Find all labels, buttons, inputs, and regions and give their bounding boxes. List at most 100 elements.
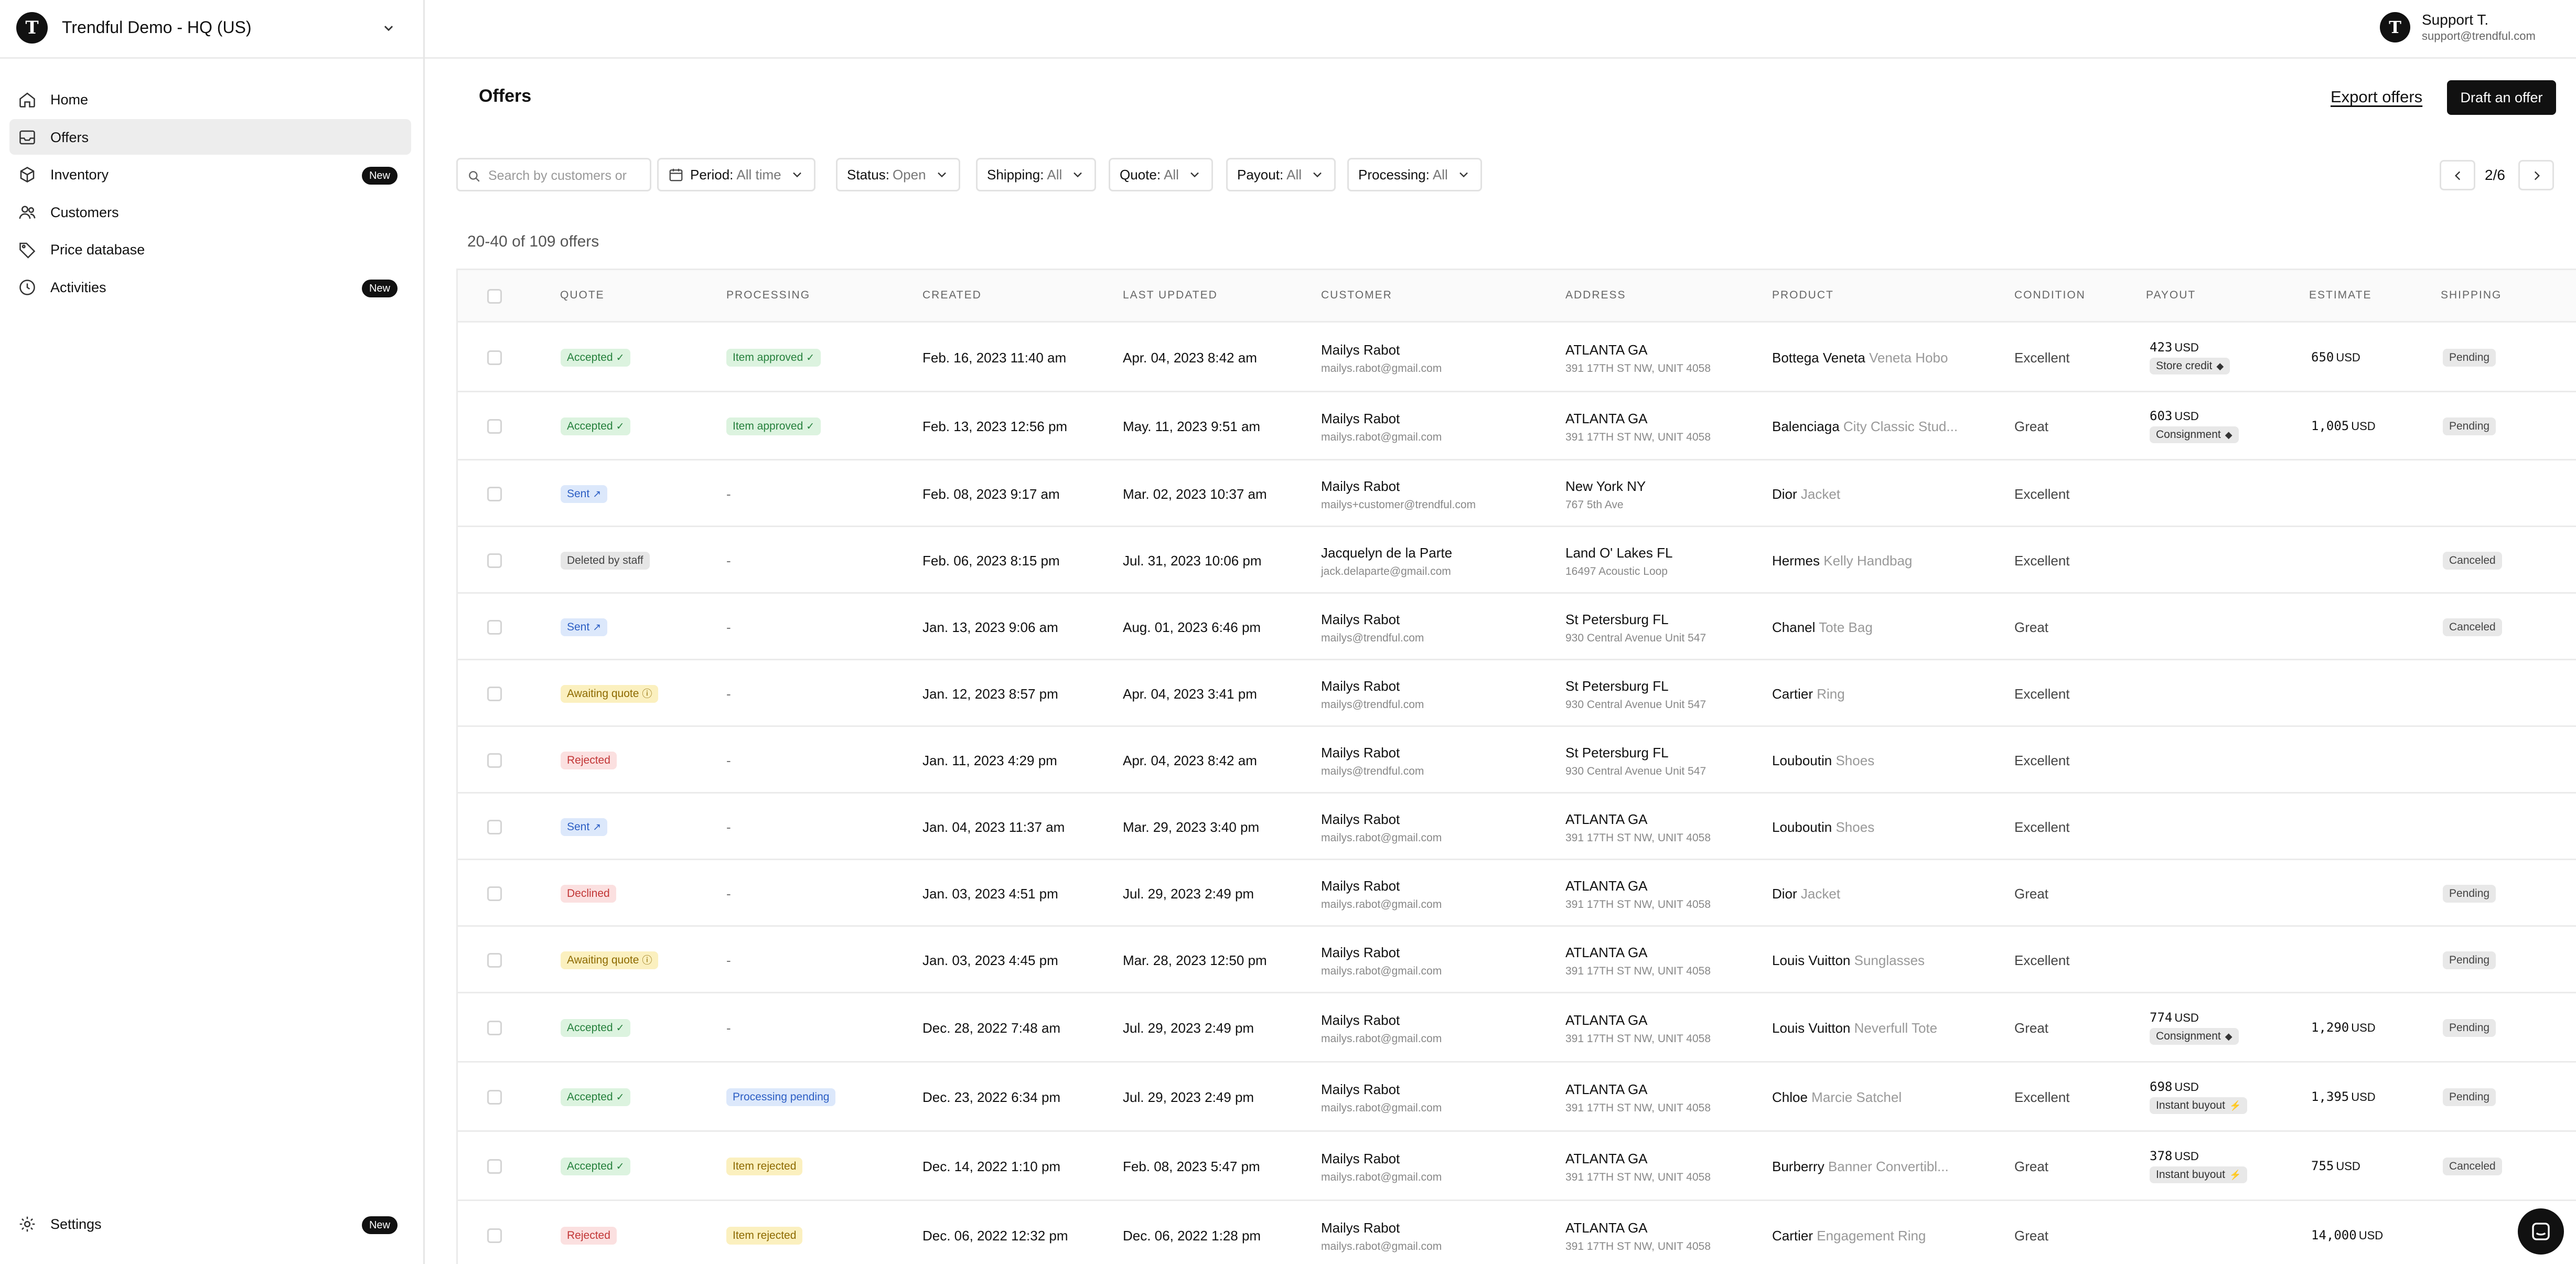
product-cell[interactable]: Louboutin Shoes	[1772, 819, 1874, 835]
customer-cell[interactable]: Mailys Rabot mailys@trendful.com	[1321, 678, 1424, 711]
sidebar-item-offers[interactable]: Offers	[9, 119, 411, 155]
table-row[interactable]: Accepted ✓ Item approved ✓ Feb. 13, 2023 12:…	[458, 392, 2576, 460]
customer-cell[interactable]: Mailys Rabot mailys+customer@trendful.com	[1321, 478, 1476, 511]
search-box[interactable]	[456, 158, 651, 191]
table-row[interactable]: Awaiting quote ⓘ - Jan. 03, 2023 4:45 pm Mar…	[458, 927, 2576, 993]
table-row[interactable]: Sent ↗ - Jan. 04, 2023 11:37 am Mar. 29, 202…	[458, 794, 2576, 860]
payout-cell: 774 USD Consignment ◆	[2150, 1010, 2239, 1045]
sidebar-item-customers[interactable]: Customers	[9, 194, 411, 230]
row-checkbox[interactable]	[487, 1228, 502, 1243]
table-row[interactable]: Accepted ✓ Item approved ✓ Feb. 16, 2023 11:…	[458, 323, 2576, 392]
customer-cell[interactable]: Mailys Rabot mailys.rabot@gmail.com	[1321, 1081, 1442, 1115]
row-checkbox[interactable]	[487, 1090, 502, 1105]
chat-button[interactable]	[2518, 1208, 2564, 1255]
col-shipping[interactable]: SHIPPING	[2441, 289, 2502, 302]
col-created[interactable]: CREATED	[922, 289, 982, 302]
row-checkbox[interactable]	[487, 952, 502, 968]
col-condition[interactable]: CONDITION	[2014, 289, 2086, 302]
customer-cell[interactable]: Mailys Rabot mailys.rabot@gmail.com	[1321, 811, 1442, 844]
col-address[interactable]: ADDRESS	[1565, 289, 1626, 302]
row-checkbox[interactable]	[487, 686, 502, 701]
org-switcher[interactable]: T Trendful Demo - HQ (US)	[0, 0, 425, 59]
updated-text: Apr. 04, 2023 8:42 am	[1123, 752, 1257, 768]
row-checkbox[interactable]	[487, 553, 502, 568]
product-cell[interactable]: Burberry Banner Convertibl...	[1772, 1159, 1949, 1175]
row-checkbox[interactable]	[487, 619, 502, 635]
customer-cell[interactable]: Mailys Rabot mailys@trendful.com	[1321, 745, 1424, 778]
product-cell[interactable]: Chanel Tote Bag	[1772, 619, 1873, 636]
filter-period[interactable]: Period: All time	[657, 158, 815, 191]
customer-cell[interactable]: Mailys Rabot mailys@trendful.com	[1321, 612, 1424, 645]
product-cell[interactable]: Cartier Ring	[1772, 686, 1845, 702]
export-offers-link[interactable]: Export offers	[2331, 88, 2422, 106]
customer-cell[interactable]: Mailys Rabot mailys.rabot@gmail.com	[1321, 878, 1442, 911]
table-row[interactable]: Deleted by staff - Feb. 06, 2023 8:15 pm Ju…	[458, 527, 2576, 594]
table-row[interactable]: Sent ↗ - Feb. 08, 2023 9:17 am Mar. 02, 2023…	[458, 460, 2576, 527]
col-processing[interactable]: PROCESSING	[726, 289, 810, 302]
condition-text: Great	[2014, 885, 2049, 902]
table-row[interactable]: Accepted ✓ Processing pending Dec. 23, 2022…	[458, 1063, 2576, 1132]
customer-cell[interactable]: Mailys Rabot mailys.rabot@gmail.com	[1321, 411, 1442, 444]
col-product[interactable]: PRODUCT	[1772, 289, 1834, 302]
search-input[interactable]	[487, 166, 647, 186]
estimate-value: 650	[2311, 349, 2334, 365]
col-customer[interactable]: CUSTOMER	[1321, 289, 1392, 302]
table-row[interactable]: Sent ↗ - Jan. 13, 2023 9:06 am Aug. 01, 2023…	[458, 594, 2576, 660]
product-cell[interactable]: Bottega Veneta Veneta Hobo	[1772, 350, 1948, 366]
table-row[interactable]: Awaiting quote ⓘ - Jan. 12, 2023 8:57 pm Apr…	[458, 660, 2576, 727]
empty-value: -	[726, 952, 731, 968]
product-cell[interactable]: Louboutin Shoes	[1772, 753, 1874, 769]
filter-payout[interactable]: Payout: All	[1226, 158, 1336, 191]
row-checkbox[interactable]	[487, 419, 502, 434]
col-quote[interactable]: QUOTE	[560, 289, 605, 302]
draft-offer-button[interactable]: Draft an offer	[2447, 80, 2556, 115]
customer-cell[interactable]: Mailys Rabot mailys.rabot@gmail.com	[1321, 945, 1442, 978]
user-avatar[interactable]: T	[2380, 12, 2410, 42]
sidebar-item-home[interactable]: Home	[9, 81, 411, 117]
table-row[interactable]: Rejected Item rejected Dec. 06, 2022 12:32…	[458, 1201, 2576, 1264]
chevron-down-icon[interactable]	[380, 19, 398, 37]
col-last-updated[interactable]: LAST UPDATED	[1123, 289, 1218, 302]
sidebar-item-activities[interactable]: Activities New	[9, 269, 411, 305]
row-checkbox[interactable]	[487, 1159, 502, 1174]
product-cell[interactable]: Louis Vuitton Neverfull Tote	[1772, 1020, 1937, 1036]
product-cell[interactable]: Chloe Marcie Satchel	[1772, 1089, 1902, 1106]
top-bar: T Trendful Demo - HQ (US) T Support T. s…	[0, 0, 2576, 59]
table-row[interactable]: Declined - Jan. 03, 2023 4:51 pm Jul. 29, 2…	[458, 860, 2576, 927]
filter-quote[interactable]: Quote: All	[1109, 158, 1213, 191]
row-checkbox[interactable]	[487, 886, 502, 901]
customer-cell[interactable]: Mailys Rabot mailys.rabot@gmail.com	[1321, 1220, 1442, 1253]
row-checkbox[interactable]	[487, 753, 502, 768]
next-page-button[interactable]	[2518, 160, 2554, 190]
chevron-right-icon	[2534, 171, 2540, 180]
prev-page-button[interactable]	[2440, 160, 2475, 190]
filter-payout-label: Payout:	[1237, 166, 1284, 183]
table-row[interactable]: Accepted ✓ Item rejected Dec. 14, 2022 1:10…	[458, 1132, 2576, 1201]
sidebar-item-inventory[interactable]: Inventory New	[9, 156, 411, 192]
row-checkbox[interactable]	[487, 486, 502, 501]
customer-cell[interactable]: Mailys Rabot mailys.rabot@gmail.com	[1321, 342, 1442, 375]
col-payout[interactable]: PAYOUT	[2146, 289, 2196, 302]
table-row[interactable]: Accepted ✓ - Dec. 28, 2022 7:48 am Jul. 29, …	[458, 993, 2576, 1063]
row-checkbox[interactable]	[487, 350, 502, 365]
customer-cell[interactable]: Mailys Rabot mailys.rabot@gmail.com	[1321, 1151, 1442, 1184]
row-checkbox[interactable]	[487, 819, 502, 834]
product-cell[interactable]: Balenciaga City Classic Stud...	[1772, 419, 1958, 435]
col-estimate[interactable]: ESTIMATE	[2309, 289, 2371, 302]
product-cell[interactable]: Cartier Engagement Ring	[1772, 1228, 1926, 1244]
product-cell[interactable]: Hermes Kelly Handbag	[1772, 553, 1912, 569]
select-all-checkbox[interactable]	[487, 289, 502, 304]
product-cell[interactable]: Louis Vuitton Sunglasses	[1772, 952, 1925, 969]
table-row[interactable]: Rejected - Jan. 11, 2023 4:29 pm Apr. 04, 2…	[458, 727, 2576, 794]
sidebar-item-settings[interactable]: Settings New	[9, 1206, 411, 1241]
sidebar-item-price-database[interactable]: Price database	[9, 231, 411, 267]
filter-status[interactable]: Status: Open	[836, 158, 960, 191]
filter-processing[interactable]: Processing: All	[1347, 158, 1482, 191]
customer-cell[interactable]: Mailys Rabot mailys.rabot@gmail.com	[1321, 1012, 1442, 1045]
customer-cell[interactable]: Jacquelyn de la Parte jack.delaparte@gmai…	[1321, 545, 1452, 578]
filter-shipping[interactable]: Shipping: All	[976, 158, 1097, 191]
row-checkbox[interactable]	[487, 1021, 502, 1035]
processing-status-badge: Item rejected	[726, 1158, 803, 1175]
product-cell[interactable]: Dior Jacket	[1772, 886, 1840, 902]
product-cell[interactable]: Dior Jacket	[1772, 486, 1840, 502]
